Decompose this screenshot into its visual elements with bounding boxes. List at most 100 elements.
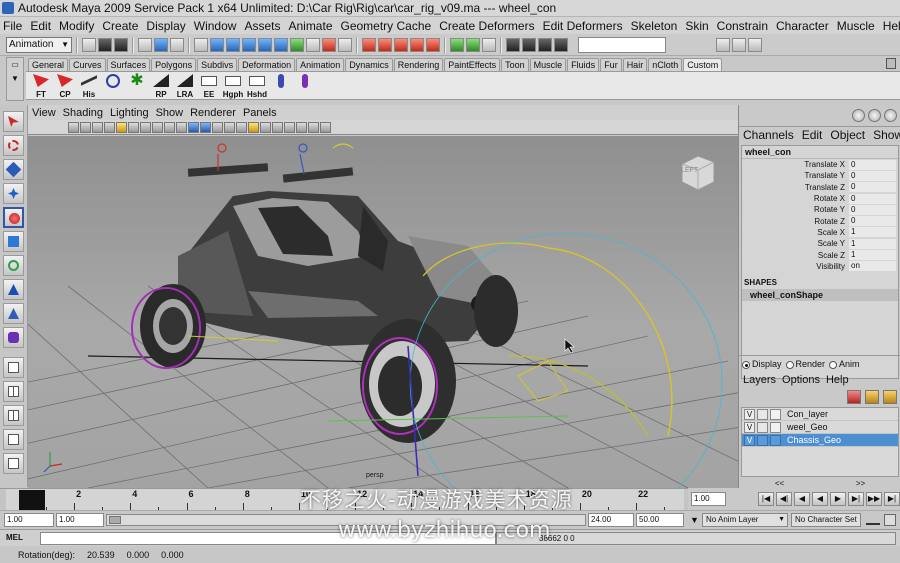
layer-type-toggle[interactable] bbox=[757, 421, 768, 433]
layer-mode-anim[interactable]: Anim bbox=[829, 359, 860, 369]
new-layer-icon[interactable] bbox=[847, 390, 861, 404]
channel-row[interactable]: Rotate Z 0 bbox=[742, 215, 898, 227]
menu-edit[interactable]: Edit bbox=[27, 19, 56, 33]
scroll-left-button[interactable]: << bbox=[775, 479, 784, 488]
menu-file[interactable]: File bbox=[0, 19, 27, 33]
shelf-tab-muscle[interactable]: Muscle bbox=[529, 58, 567, 71]
xray-icon[interactable] bbox=[272, 121, 283, 133]
playback-start-field[interactable]: 1.00 bbox=[56, 513, 104, 527]
rotate-tool-icon[interactable] bbox=[3, 207, 24, 228]
layer-row[interactable]: V weel_Geo bbox=[742, 421, 898, 434]
animation-start-field[interactable]: 1.00 bbox=[4, 513, 54, 527]
safe-action-icon[interactable] bbox=[164, 121, 175, 133]
layer-type-toggle[interactable] bbox=[757, 434, 768, 446]
shelf-tab-hair[interactable]: Hair bbox=[622, 58, 648, 71]
mask-dynamics-icon[interactable] bbox=[290, 37, 304, 52]
layer-mode-display[interactable]: Display bbox=[742, 359, 782, 369]
resolution-gate-icon[interactable] bbox=[128, 121, 139, 133]
render-view-icon[interactable] bbox=[506, 37, 520, 52]
command-language-label[interactable]: MEL bbox=[6, 533, 23, 542]
shelf-button-cp[interactable]: CP bbox=[54, 72, 76, 99]
panel-menu-panels[interactable]: Panels bbox=[239, 107, 280, 119]
frame-selected-icon[interactable] bbox=[320, 121, 331, 133]
step-back-key-icon[interactable]: ◀ bbox=[794, 492, 810, 506]
show-manipulator-icon[interactable] bbox=[3, 303, 24, 324]
scroll-right-button[interactable]: >> bbox=[856, 479, 865, 488]
mask-joints-icon[interactable] bbox=[226, 37, 240, 52]
menu-create-deformers[interactable]: Create Deformers bbox=[436, 19, 539, 33]
panel-menu-show[interactable]: Show bbox=[152, 107, 187, 119]
make-live-icon[interactable] bbox=[426, 37, 440, 52]
chevron-down-icon[interactable]: ▼ bbox=[690, 515, 699, 525]
channel-row[interactable]: Scale X 1 bbox=[742, 227, 898, 238]
render-current-icon[interactable] bbox=[522, 37, 536, 52]
image-plane-icon[interactable] bbox=[92, 121, 103, 133]
snap-point-icon[interactable] bbox=[394, 37, 408, 52]
menu-set-selector[interactable]: Animation ▼ bbox=[6, 36, 72, 53]
shelf-menu-button[interactable]: ▭ ▼ bbox=[6, 57, 24, 101]
menu-animate[interactable]: Animate bbox=[285, 19, 337, 33]
camera-attributes-icon[interactable] bbox=[68, 121, 79, 133]
shelf-tab-general[interactable]: General bbox=[28, 58, 69, 71]
shelf-button-hshd[interactable]: Hshd bbox=[246, 72, 268, 99]
camera-bookmark-icon[interactable] bbox=[80, 121, 91, 133]
isolate-select-icon[interactable] bbox=[296, 121, 307, 133]
playback-end-field[interactable]: 24.00 bbox=[588, 513, 634, 527]
soft-mod-tool-icon[interactable] bbox=[3, 279, 24, 300]
mask-misc-icon[interactable] bbox=[322, 37, 336, 52]
shadows-icon[interactable] bbox=[248, 121, 259, 133]
select-tool-icon[interactable] bbox=[3, 111, 24, 132]
character-set-selector[interactable]: No Character Set bbox=[791, 513, 861, 527]
channel-row[interactable]: Translate X 0 bbox=[742, 159, 898, 170]
paint-select-tool-icon[interactable] bbox=[3, 159, 24, 180]
safe-title-icon[interactable] bbox=[176, 121, 187, 133]
go-to-start-icon[interactable]: |◀ bbox=[758, 492, 774, 506]
snap-grid-icon[interactable] bbox=[362, 37, 376, 52]
high-quality-icon[interactable] bbox=[260, 121, 271, 133]
channel-row[interactable]: Visibility on bbox=[742, 261, 898, 272]
menu-window[interactable]: Window bbox=[191, 19, 242, 33]
shelf-button-his[interactable]: His bbox=[78, 70, 100, 99]
xray-joints-icon[interactable] bbox=[284, 121, 295, 133]
shelf-button-circle[interactable] bbox=[102, 72, 124, 99]
shelf-tab-fur[interactable]: Fur bbox=[600, 58, 622, 71]
layer-options-icon[interactable] bbox=[883, 390, 897, 404]
shelf-tab-dynamics[interactable]: Dynamics bbox=[345, 58, 393, 71]
anim-layer-selector[interactable]: No Anim Layer ▼ bbox=[702, 513, 788, 527]
channel-value[interactable]: 1 bbox=[849, 250, 896, 261]
animation-end-field[interactable]: 50.00 bbox=[636, 513, 684, 527]
smooth-shade-icon[interactable] bbox=[200, 121, 211, 133]
menu-edit-deformers[interactable]: Edit Deformers bbox=[540, 19, 628, 33]
cb-menu-edit[interactable]: Edit bbox=[802, 128, 831, 142]
channel-value[interactable]: 0 bbox=[849, 170, 896, 181]
layer-color-swatch[interactable] bbox=[770, 421, 781, 433]
shelf-tab-animation[interactable]: Animation bbox=[296, 58, 345, 71]
menu-geometry-cache[interactable]: Geometry Cache bbox=[338, 19, 437, 33]
channel-row[interactable]: Rotate X 0 bbox=[742, 193, 898, 204]
layout-graph-icon[interactable] bbox=[3, 453, 24, 474]
menu-constrain[interactable]: Constrain bbox=[714, 19, 773, 33]
layer-menu-layers[interactable]: Layers bbox=[743, 374, 782, 386]
textured-icon[interactable] bbox=[224, 121, 235, 133]
shelf-tab-subdivs[interactable]: Subdivs bbox=[197, 58, 238, 71]
cb-menu-channels[interactable]: Channels bbox=[743, 128, 802, 142]
channel-row[interactable]: Rotate Y 0 bbox=[742, 204, 898, 215]
lock-selection-icon[interactable] bbox=[338, 37, 352, 52]
shelf-button-rp[interactable]: RP bbox=[150, 72, 172, 99]
construction-history-icon[interactable] bbox=[466, 37, 480, 52]
show-hide-tool-settings-icon[interactable] bbox=[732, 37, 746, 52]
grid-icon[interactable] bbox=[104, 121, 115, 133]
current-frame-marker[interactable] bbox=[19, 490, 45, 510]
gate-mask-icon[interactable] bbox=[140, 121, 151, 133]
attribute-editor-icon[interactable] bbox=[868, 109, 881, 122]
key-icon[interactable] bbox=[866, 515, 880, 525]
menu-display[interactable]: Display bbox=[143, 19, 190, 33]
layer-row[interactable]: V Con_layer bbox=[742, 408, 898, 421]
universal-manipulator-icon[interactable] bbox=[3, 255, 24, 276]
menu-help[interactable]: Help bbox=[880, 19, 900, 33]
channel-value[interactable]: 0 bbox=[849, 182, 896, 193]
snap-view-plane-icon[interactable] bbox=[410, 37, 424, 52]
layer-row-selected[interactable]: V Chassis_Geo bbox=[742, 434, 898, 447]
menu-skeleton[interactable]: Skeleton bbox=[628, 19, 683, 33]
channel-row[interactable]: Translate Z 0 bbox=[742, 182, 898, 193]
